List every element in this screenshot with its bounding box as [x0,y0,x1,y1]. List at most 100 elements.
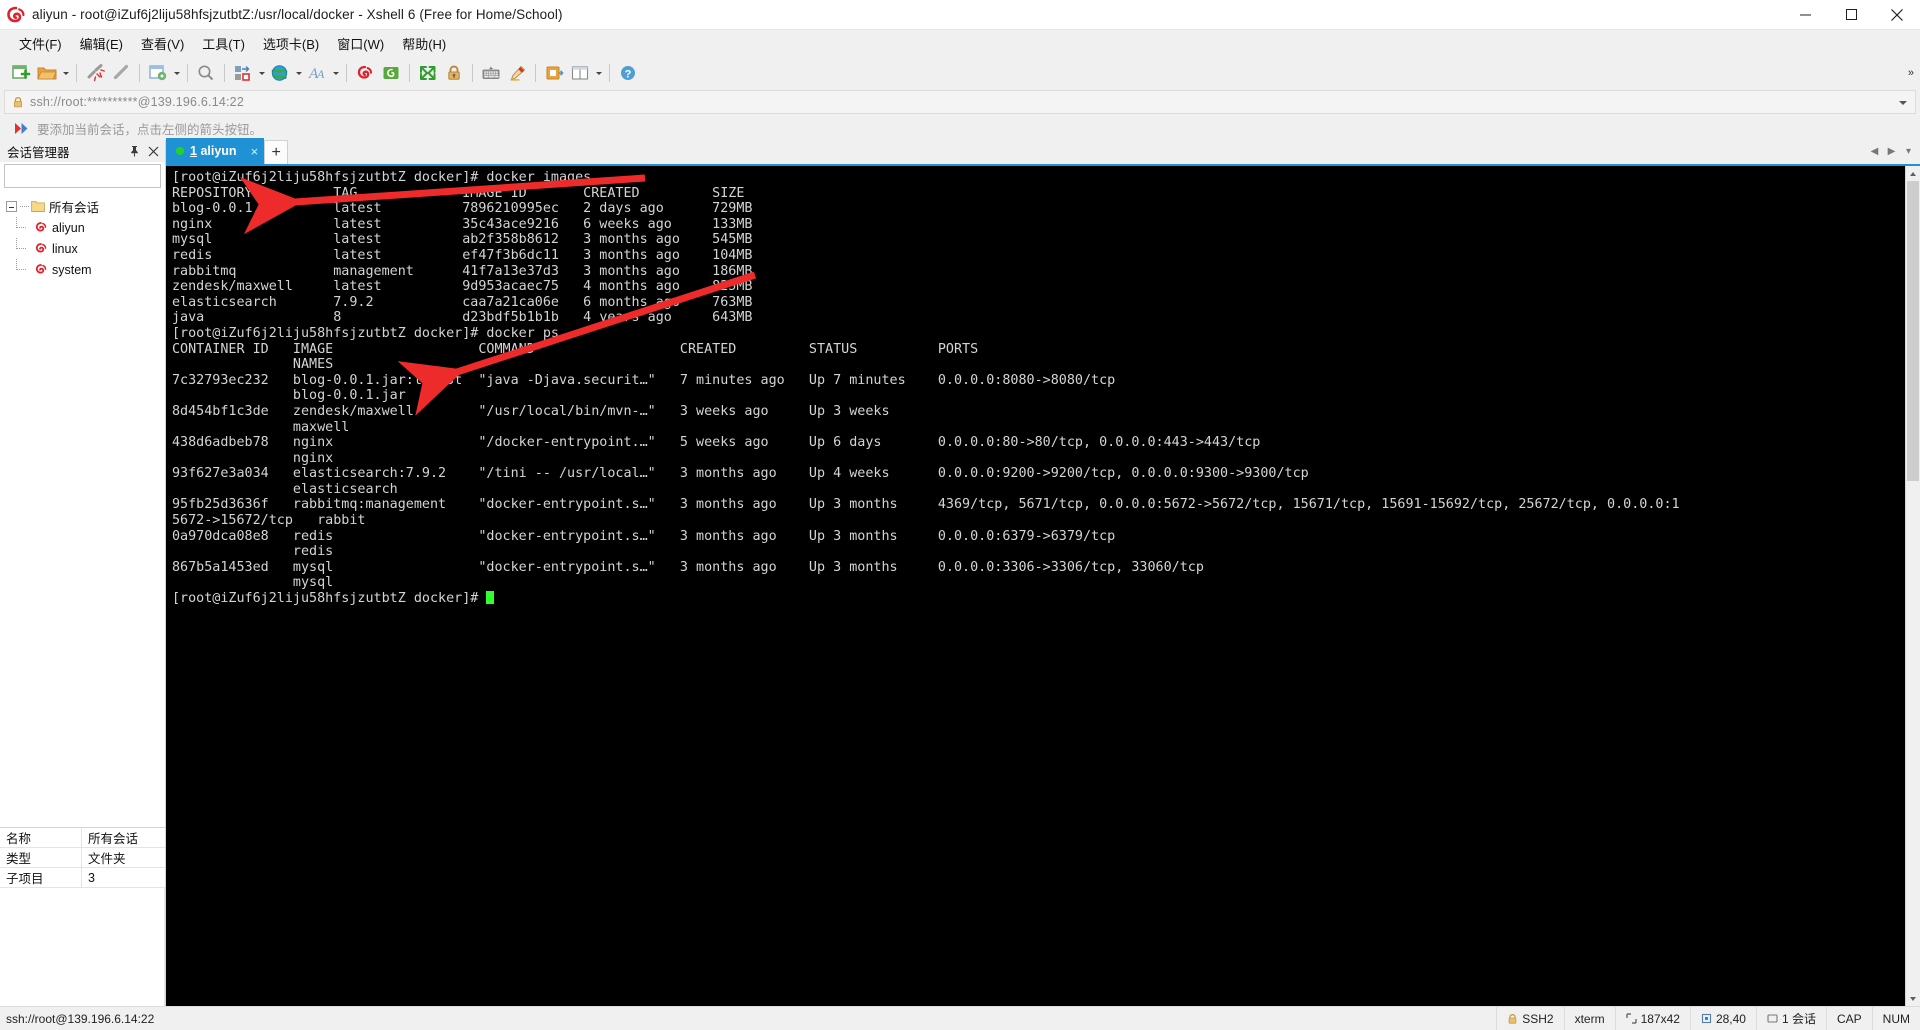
tab-list-button[interactable]: ▾ [1901,140,1916,162]
property-grid-empty [0,888,165,1006]
transfer-file-icon[interactable] [230,60,256,86]
sidebar-item-aliyun[interactable]: aliyun [0,217,165,238]
lock-icon [1507,1013,1518,1025]
sidebar-item-linux[interactable]: linux [0,238,165,259]
toolbar-separator [609,64,610,82]
status-terminal-type: xterm [1563,1006,1615,1030]
xshell-icon[interactable] [352,60,378,86]
xftp-icon[interactable] [378,60,404,86]
session-properties-icon[interactable] [145,60,171,86]
menu-tab[interactable]: 选项卡(B) [254,31,328,56]
minimize-button[interactable] [1782,0,1828,30]
session-properties-dropdown-icon[interactable] [171,60,182,86]
open-folder-icon[interactable] [34,60,60,86]
compose-icon[interactable] [541,60,567,86]
new-tab-button[interactable]: + [264,140,289,164]
maximize-button[interactable] [1828,0,1874,30]
tree-node-all-sessions[interactable]: 所有会话 [0,196,165,217]
terminal-line: 0a970dca08e8 redis "docker-entrypoint.s…… [172,528,1116,544]
font-dropdown-icon[interactable] [330,60,341,86]
toolbar: A A ? » [0,56,1920,90]
toolbar-separator [409,64,410,82]
resize-icon [1625,1013,1637,1024]
status-sessions: 1 会话 [1755,1006,1826,1030]
layout-icon[interactable] [567,60,593,86]
menu-bar: 文件(F) 编辑(E) 查看(V) 工具(T) 选项卡(B) 窗口(W) 帮助(… [0,30,1920,56]
tree-connector [20,206,29,207]
find-icon[interactable] [193,60,219,86]
close-icon[interactable] [145,143,162,160]
menu-help[interactable]: 帮助(H) [393,31,455,56]
font-icon[interactable]: A A [304,60,330,86]
open-folder-dropdown-icon[interactable] [60,60,71,86]
property-value: 3 [88,870,95,885]
session-search-box[interactable] [4,164,179,188]
highlight-icon[interactable] [504,60,530,86]
menu-edit[interactable]: 编辑(E) [71,31,132,56]
transfer-file-dropdown-icon[interactable] [256,60,267,86]
xshell-window: aliyun - root@iZuf6j2liju58hfsjzutbtZ:/u… [0,0,1920,1030]
cursor-icon [1701,1013,1712,1024]
tab-aliyun[interactable]: 1 aliyun × [166,138,265,164]
status-size: 187x42 [1614,1006,1690,1030]
layout-dropdown-icon[interactable] [593,60,604,86]
menu-tools[interactable]: 工具(T) [193,31,254,56]
terminal-line: nginx latest 35c43ace9216 6 weeks ago 13… [172,216,753,232]
globe-dropdown-icon[interactable] [293,60,304,86]
chevron-down-icon[interactable] [1899,91,1907,115]
menu-file[interactable]: 文件(F) [10,31,71,56]
tab-prev-button[interactable]: ◀ [1867,140,1882,162]
globe-icon[interactable] [267,60,293,86]
new-session-icon[interactable] [8,60,34,86]
terminal-line: [root@iZuf6j2liju58hfsjzutbtZ docker]# [172,591,1905,607]
toolbar-separator [139,64,140,82]
tab-navigation: ◀ ▶ ▾ [1867,138,1920,164]
terminal-output[interactable]: [root@iZuf6j2liju58hfsjzutbtZ docker]# d… [166,166,1905,1006]
reconnect-icon[interactable] [108,60,134,86]
address-bar[interactable]: ssh://root:**********@139.196.6.14:22 [4,90,1916,114]
scroll-down-icon[interactable] [1906,991,1920,1006]
scrollbar-thumb[interactable] [1907,181,1919,481]
status-sessions-label: 1 会话 [1781,1012,1816,1026]
terminal-line: java 8 d23bdf5b1b1b 4 years ago 643MB [172,310,753,326]
property-row: 名称 所有会话 [0,828,165,848]
search-input[interactable] [5,169,165,183]
session-manager-panel: 会话管理器 所有会话 aliyun linux system 名称 所有会话 类… [0,140,179,1006]
status-num: NUM [1871,1006,1920,1030]
terminal-line: zendesk/maxwell latest 9d953acaec75 4 mo… [172,279,753,295]
lock-icon [12,96,24,109]
lock-icon[interactable] [441,60,467,86]
terminal-scrollbar[interactable] [1905,166,1920,1006]
fullscreen-icon[interactable] [415,60,441,86]
toolbar-overflow-button[interactable]: » [1908,56,1914,90]
sidebar-item-system[interactable]: system [0,259,165,280]
tab-label: aliyun [200,144,237,158]
terminal-line: NAMES [172,357,334,373]
terminal-line: redis latest ef47f3b6dc11 3 months ago 1… [172,247,753,263]
title-bar: aliyun - root@iZuf6j2liju58hfsjzutbtZ:/u… [0,0,1920,30]
tab-next-button[interactable]: ▶ [1884,140,1899,162]
disconnect-icon[interactable] [82,60,108,86]
terminal-line: 438d6adbeb78 nginx "/docker-entrypoint.…… [172,435,1261,451]
close-button[interactable] [1874,0,1920,30]
menu-view[interactable]: 查看(V) [132,31,193,56]
pin-icon[interactable] [126,143,143,160]
property-key: 类型 [0,848,82,867]
terminal-line: elasticsearch [172,481,398,497]
status-bar: ssh://root@139.196.6.14:22 SSH2 xterm 18… [0,1006,1920,1030]
status-security-label: SSH2 [1522,1011,1554,1026]
address-value: ssh://root:**********@139.196.6.14:22 [30,95,244,109]
menu-window[interactable]: 窗口(W) [328,31,393,56]
scroll-up-icon[interactable] [1906,166,1920,181]
status-cursor-label: 28,40 [1715,1011,1746,1026]
help-icon[interactable]: ? [615,60,641,86]
tab-index: 1 [190,144,197,158]
notice-text: 要添加当前会话，点击左侧的箭头按钮。 [37,122,263,137]
toolbar-separator [187,64,188,82]
tab-close-icon[interactable]: × [251,145,259,158]
expander-icon[interactable] [6,201,17,212]
keyboard-icon[interactable] [478,60,504,86]
scrollbar-track[interactable] [1906,181,1920,991]
session-tree[interactable]: 所有会话 aliyun linux system [0,188,165,827]
terminal-line: blog-0.0.1.jar latest 7896210995ec 2 day… [172,201,753,217]
